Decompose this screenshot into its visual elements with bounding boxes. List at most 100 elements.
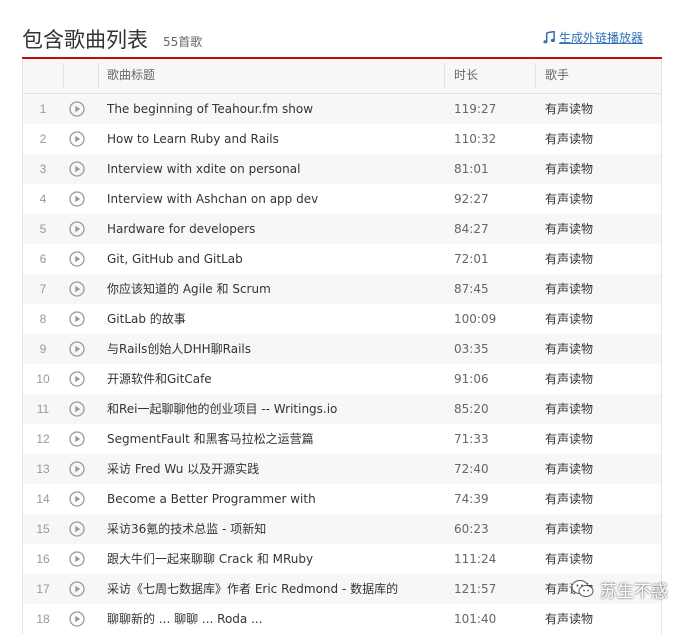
song-duration: 119:27 [454,102,497,116]
play-circle-icon[interactable] [69,341,85,357]
song-title[interactable]: Hardware for developers [107,214,437,244]
song-title[interactable]: 采访36氪的技术总监 - 项新知 [107,514,437,544]
song-title[interactable]: Interview with xdite on personal [107,154,437,184]
column-separator [444,63,445,89]
song-artist[interactable]: 有声读物 [545,94,593,124]
column-header-artist[interactable]: 歌手 [545,59,569,93]
song-title[interactable]: 和Rei一起聊聊他的创业项目 -- Writings.io [107,394,437,424]
music-note-icon [543,31,555,44]
table-row[interactable]: 7 你应该知道的 Agile 和 Scrum 87:45 有声读物 [23,274,661,304]
song-artist[interactable]: 有声读物 [545,424,593,454]
song-title[interactable]: SegmentFault 和黑客马拉松之运营篇 [107,424,437,454]
table-row[interactable]: 15 采访36氪的技术总监 - 项新知 60:23 有声读物 [23,514,661,544]
table-row[interactable]: 9 与Rails创始人DHH聊Rails 03:35 有声读物 [23,334,661,364]
song-title[interactable]: The beginning of Teahour.fm show [107,94,437,124]
table-row[interactable]: 12 SegmentFault 和黑客马拉松之运营篇 71:33 有声读物 [23,424,661,454]
wechat-logo-icon [571,580,594,597]
song-title[interactable]: 跟大牛们一起来聊聊 Crack 和 MRuby [107,544,437,574]
play-circle-icon[interactable] [69,221,85,237]
play-circle-icon[interactable] [69,251,85,267]
song-artist[interactable]: 有声读物 [545,304,593,334]
table-header: 歌曲标题 时长 歌手 [23,59,661,94]
table-row[interactable]: 18 聊聊新的 ... 聊聊 ... Roda ... 101:40 有声读物 [23,604,661,634]
row-index: 16 [36,552,50,566]
table-row[interactable]: 6 Git, GitHub and GitLab 72:01 有声读物 [23,244,661,274]
play-circle-icon[interactable] [69,131,85,147]
song-duration: 100:09 [454,312,497,326]
song-artist[interactable]: 有声读物 [545,124,593,154]
play-circle-icon[interactable] [69,371,85,387]
row-index: 17 [36,582,50,596]
song-title[interactable]: 采访《七周七数据库》作者 Eric Redmond - 数据库的 [107,574,437,604]
external-player-link-label[interactable]: 生成外链播放器 [559,29,643,46]
table-row[interactable]: 16 跟大牛们一起来聊聊 Crack 和 MRuby 111:24 有声读物 [23,544,661,574]
song-artist[interactable]: 有声读物 [545,364,593,394]
song-artist[interactable]: 有声读物 [545,604,593,634]
row-index: 11 [36,402,50,416]
table-row[interactable]: 4 Interview with Ashchan on app dev 92:27 有… [23,184,661,214]
song-artist[interactable]: 有声读物 [545,544,593,574]
song-title[interactable]: GitLab 的故事 [107,304,437,334]
table-row[interactable]: 11 和Rei一起聊聊他的创业项目 -- Writings.io 85:20 有声读物 [23,394,661,424]
row-index: 13 [36,462,50,476]
table-row[interactable]: 14 Become a Better Programmer with 74:39 有声… [23,484,661,514]
column-header-title[interactable]: 歌曲标题 [107,59,155,93]
song-artist[interactable]: 有声读物 [545,244,593,274]
row-index: 4 [39,192,47,206]
song-artist[interactable]: 有声读物 [545,214,593,244]
song-artist[interactable]: 有声读物 [545,334,593,364]
table-body: 1 The beginning of Teahour.fm show 119:27 有… [23,94,661,634]
table-row[interactable]: 5 Hardware for developers 84:27 有声读物 [23,214,661,244]
watermark-text: 苏生不惑 [600,581,668,602]
table-row[interactable]: 8 GitLab 的故事 100:09 有声读物 [23,304,661,334]
table-row[interactable]: 17 采访《七周七数据库》作者 Eric Redmond - 数据库的 121:57… [23,574,661,604]
play-circle-icon[interactable] [69,431,85,447]
play-circle-icon[interactable] [69,551,85,567]
table-row[interactable]: 3 Interview with xdite on personal 81:01 有声… [23,154,661,184]
song-artist[interactable]: 有声读物 [545,184,593,214]
column-header-duration[interactable]: 时长 [454,59,478,93]
header: 包含歌曲列表 55首歌 生成外链播放器 [22,0,662,58]
row-index: 3 [39,162,47,176]
column-separator [63,63,64,89]
song-artist[interactable]: 有声读物 [545,394,593,424]
play-circle-icon[interactable] [69,161,85,177]
song-artist[interactable]: 有声读物 [545,514,593,544]
row-index: 9 [39,342,47,356]
song-duration: 91:06 [454,372,489,386]
row-index: 5 [39,222,47,236]
play-circle-icon[interactable] [69,311,85,327]
play-circle-icon[interactable] [69,461,85,477]
song-title[interactable]: Git, GitHub and GitLab [107,244,437,274]
play-circle-icon[interactable] [69,101,85,117]
song-artist[interactable]: 有声读物 [545,484,593,514]
song-duration: 72:01 [454,252,489,266]
song-title[interactable]: How to Learn Ruby and Rails [107,124,437,154]
song-artist[interactable]: 有声读物 [545,154,593,184]
song-duration: 03:35 [454,342,489,356]
song-duration: 84:27 [454,222,489,236]
song-duration: 81:01 [454,162,489,176]
play-circle-icon[interactable] [69,281,85,297]
watermark: 苏生不惑 [570,571,668,607]
play-circle-icon[interactable] [69,611,85,627]
table-row[interactable]: 2 How to Learn Ruby and Rails 110:32 有声读物 [23,124,661,154]
play-circle-icon[interactable] [69,581,85,597]
play-circle-icon[interactable] [69,191,85,207]
external-player-link[interactable]: 生成外链播放器 [543,29,643,46]
song-title[interactable]: 与Rails创始人DHH聊Rails [107,334,437,364]
song-title[interactable]: 聊聊新的 ... 聊聊 ... Roda ... [107,604,437,634]
table-row[interactable]: 1 The beginning of Teahour.fm show 119:27 有… [23,94,661,124]
table-row[interactable]: 10 开源软件和GitCafe 91:06 有声读物 [23,364,661,394]
song-title[interactable]: Interview with Ashchan on app dev [107,184,437,214]
table-row[interactable]: 13 采访 Fred Wu 以及开源实践 72:40 有声读物 [23,454,661,484]
play-circle-icon[interactable] [69,401,85,417]
song-title[interactable]: 开源软件和GitCafe [107,364,437,394]
song-title[interactable]: Become a Better Programmer with [107,484,437,514]
song-artist[interactable]: 有声读物 [545,454,593,484]
play-circle-icon[interactable] [69,491,85,507]
song-title[interactable]: 你应该知道的 Agile 和 Scrum [107,274,437,304]
play-circle-icon[interactable] [69,521,85,537]
song-artist[interactable]: 有声读物 [545,274,593,304]
song-title[interactable]: 采访 Fred Wu 以及开源实践 [107,454,437,484]
